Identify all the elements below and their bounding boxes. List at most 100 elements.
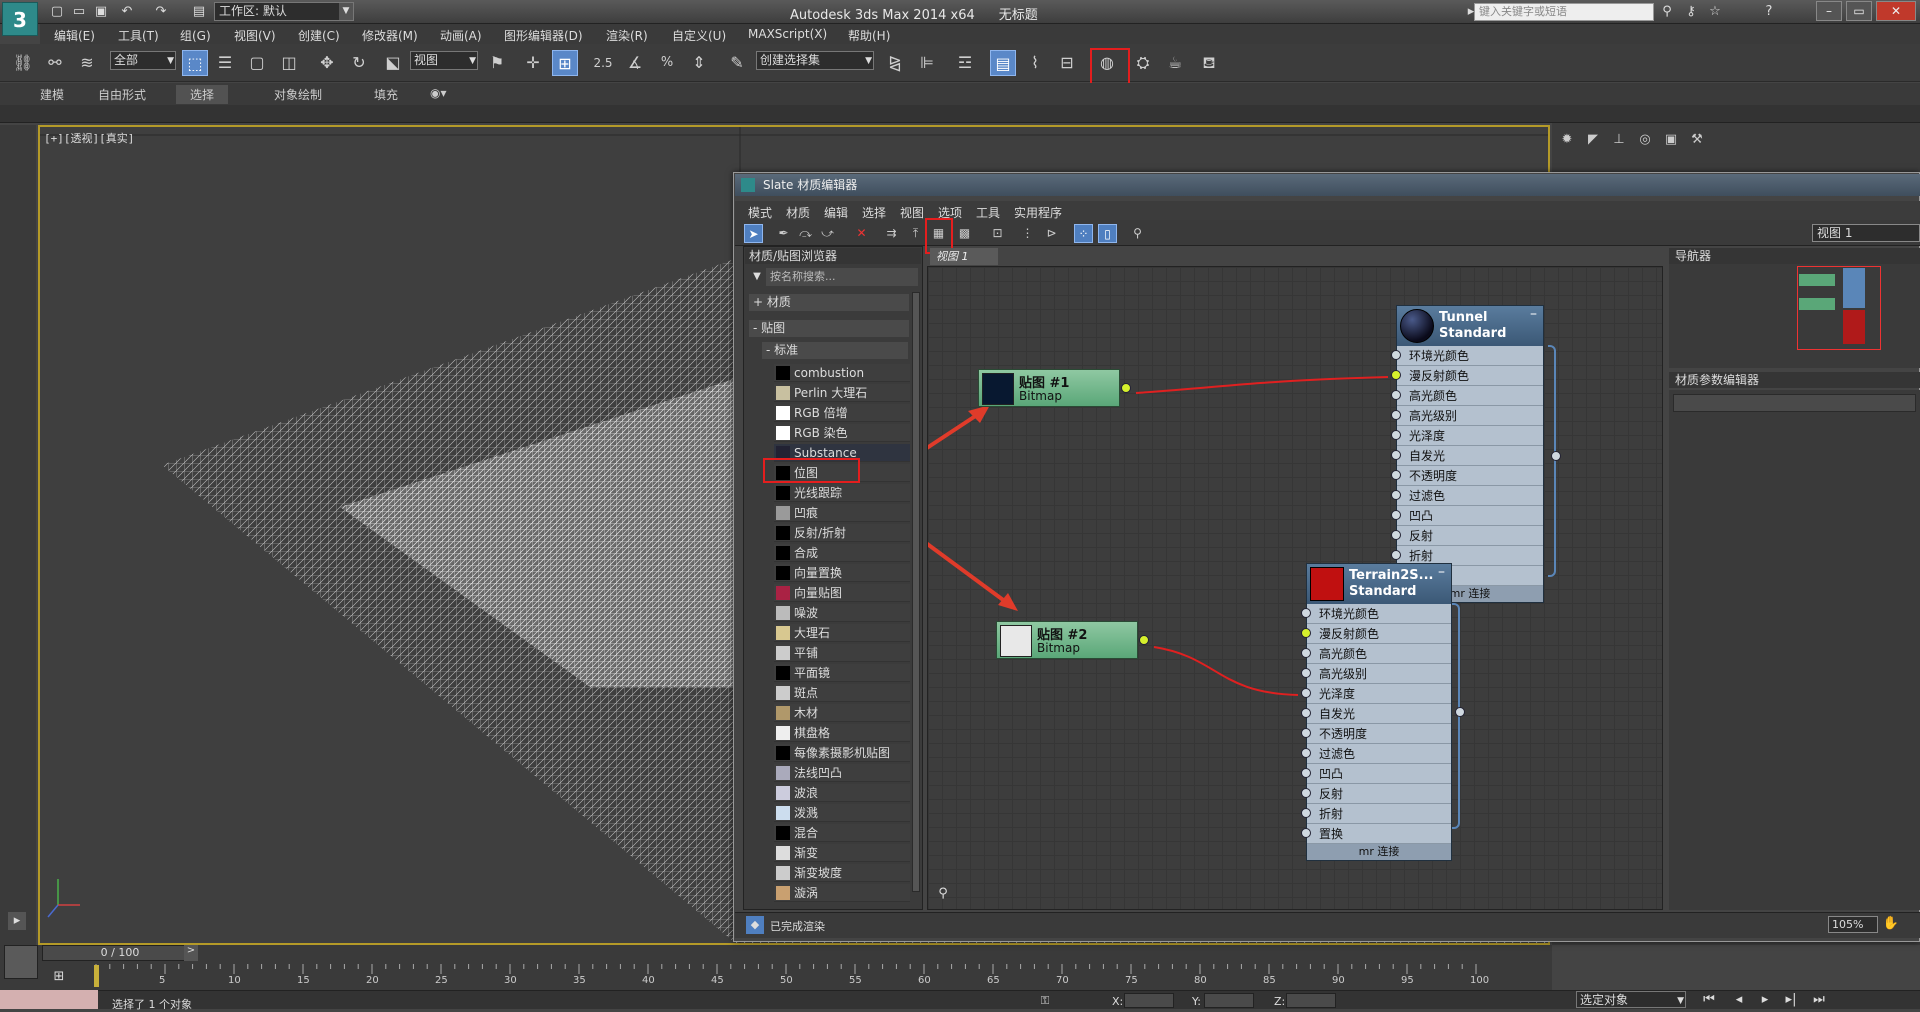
edit-named-sel-icon[interactable]: ✎ (724, 50, 750, 76)
schematic-view-icon[interactable]: ⊟ (1054, 50, 1080, 76)
key-filter-select[interactable]: 选定对象 ▼ (1576, 991, 1686, 1008)
slot-input-socket[interactable] (1301, 828, 1311, 838)
play-icon[interactable]: ▸ (8, 912, 26, 930)
slot-input-socket[interactable] (1301, 748, 1311, 758)
material-slot[interactable]: 漫反射颜色 (1391, 366, 1543, 386)
material-slot[interactable]: 置换 (1301, 824, 1451, 844)
terrain-output-socket[interactable] (1455, 707, 1465, 717)
search-input[interactable]: 键入关键字或短语 (1474, 3, 1654, 21)
collapse-icon[interactable]: – (1438, 564, 1445, 580)
rendered-frame-icon[interactable]: ☕ (1162, 50, 1188, 76)
node-map2[interactable]: 贴图 #2 Bitmap (996, 621, 1149, 659)
redo-icon[interactable]: ↷ (152, 3, 170, 21)
slot-input-socket[interactable] (1391, 490, 1401, 500)
material-browser-toggle-icon[interactable]: ⁘ (1074, 224, 1093, 243)
material-slot[interactable]: 凹凸 (1391, 506, 1543, 526)
map-item[interactable]: 斑点 (774, 684, 910, 702)
keyboard-shortcut-override-icon[interactable]: ⊞ (552, 50, 578, 76)
map-item[interactable]: 噪波 (774, 604, 910, 622)
viewport-label[interactable]: [+][透视][真实] (44, 130, 134, 146)
slot-input-socket[interactable] (1301, 608, 1311, 618)
go-end-icon[interactable]: ⏭ (1810, 991, 1828, 1009)
maxscript-listener[interactable] (0, 990, 98, 1009)
named-selection-select[interactable]: 创建选择集 ▼ (756, 51, 874, 70)
select-tool-icon[interactable]: ➤ (744, 224, 763, 243)
bind-spacewarp-icon[interactable]: ≋ (74, 50, 100, 76)
mini-listener-icon[interactable] (4, 945, 38, 979)
map-item[interactable]: 漩涡 (774, 884, 910, 902)
slot-input-socket[interactable] (1391, 350, 1401, 360)
motion-tab-icon[interactable]: ◎ (1634, 129, 1656, 151)
utilities-tab-icon[interactable]: ⚒ (1686, 129, 1708, 151)
z-coord-input[interactable] (1286, 993, 1336, 1008)
slot-input-socket[interactable] (1301, 708, 1311, 718)
ribbon-options-icon[interactable]: ◉▾ (430, 86, 447, 100)
parameter-field[interactable] (1673, 394, 1916, 412)
slot-input-socket[interactable] (1391, 410, 1401, 420)
node-view[interactable]: 贴图 #1 Bitmap 贴图 #2 Bitmap Tunnel Standar… (927, 266, 1663, 910)
map-item[interactable]: 光线跟踪 (774, 484, 910, 502)
trackbar-icon[interactable]: ⊞ (50, 968, 68, 986)
map-item[interactable]: 平面镜 (774, 664, 910, 682)
show-map-in-viewport-icon[interactable]: ▦ (929, 224, 948, 243)
save-icon[interactable]: ▣ (92, 3, 110, 21)
manipulate-icon[interactable]: ✛ (520, 50, 546, 76)
slate-menu-edit[interactable]: 编辑 (824, 204, 848, 221)
slate-title-bar[interactable]: Slate 材质编辑器 (735, 174, 1920, 196)
category-standard[interactable]: - 标准 (762, 342, 908, 359)
rect-selection-icon[interactable]: ▢ (244, 50, 270, 76)
next-frame-icon[interactable]: ▸| (1782, 991, 1800, 1009)
slot-input-socket[interactable] (1391, 510, 1401, 520)
collapse-icon[interactable]: – (1530, 306, 1537, 322)
slate-menu-material[interactable]: 材质 (786, 204, 810, 221)
map-item[interactable]: 渐变坡度 (774, 864, 910, 882)
material-slot[interactable]: 反射 (1301, 784, 1451, 804)
tunnel-output-socket[interactable] (1551, 451, 1561, 461)
slot-input-socket[interactable] (1391, 470, 1401, 480)
move-icon[interactable]: ✥ (314, 50, 340, 76)
layer-manager-icon[interactable]: ☲ (952, 50, 978, 76)
prev-frame-icon[interactable]: ◂ (1730, 991, 1748, 1009)
link-icon[interactable]: ⛓ (10, 50, 36, 76)
slate-menu-modes[interactable]: 模式 (748, 204, 772, 221)
slot-input-socket[interactable] (1301, 768, 1311, 778)
hierarchy-tab-icon[interactable]: ⊥ (1608, 129, 1630, 151)
map-item[interactable]: 波浪 (774, 784, 910, 802)
ribbon-tab-selection[interactable]: 选择 (176, 85, 229, 104)
window-crossing-icon[interactable]: ◫ (276, 50, 302, 76)
selection-filter-select[interactable]: 全部 ▼ (110, 51, 176, 70)
select-by-name-icon[interactable]: ☰ (212, 50, 238, 76)
material-slot[interactable]: 高光颜色 (1391, 386, 1543, 406)
binoculars-icon[interactable]: ⚲ (1658, 3, 1676, 21)
map1-output-socket[interactable] (1121, 383, 1131, 393)
go-start-icon[interactable]: ⏮ (1700, 991, 1718, 1009)
maximize-button[interactable]: ▭ (1846, 1, 1872, 21)
key-icon[interactable]: ⚷ (1682, 3, 1700, 21)
curve-editor-icon[interactable]: ⌇ (1022, 50, 1048, 76)
slot-input-socket[interactable] (1391, 530, 1401, 540)
graphite-toggle-icon[interactable]: ▤ (990, 50, 1016, 76)
material-slot[interactable]: 过滤色 (1391, 486, 1543, 506)
angle-snap-icon[interactable]: ∡ (622, 50, 648, 76)
scale-icon[interactable]: ⬕ (380, 50, 406, 76)
tunnel-header[interactable]: Tunnel Standard – (1397, 306, 1543, 346)
pivot-center-icon[interactable]: ⚑ (484, 50, 510, 76)
modify-tab-icon[interactable]: ◤ (1582, 129, 1604, 151)
menu-group[interactable]: 组(G) (180, 27, 211, 44)
material-slot[interactable]: 环境光颜色 (1301, 604, 1451, 624)
menu-edit[interactable]: 编辑(E) (54, 27, 95, 44)
spinner-snap-icon[interactable]: ⇕ (686, 50, 712, 76)
ribbon-tab-populate[interactable]: 填充 (374, 86, 398, 103)
slot-input-socket[interactable] (1301, 648, 1311, 658)
slot-input-socket[interactable] (1301, 808, 1311, 818)
time-slider[interactable]: 0 / 100 (42, 945, 198, 961)
material-slot[interactable]: 不透明度 (1391, 466, 1543, 486)
render-setup-icon[interactable]: ⛭ (1130, 50, 1156, 76)
material-slot[interactable]: 漫反射颜色 (1301, 624, 1451, 644)
map-item[interactable]: Perlin 大理石 (774, 384, 910, 402)
unlink-icon[interactable]: ⚯ (42, 50, 68, 76)
material-slot[interactable]: 过滤色 (1301, 744, 1451, 764)
time-cursor[interactable] (94, 965, 99, 987)
slot-input-socket[interactable] (1391, 370, 1401, 380)
slot-input-socket[interactable] (1301, 628, 1311, 638)
